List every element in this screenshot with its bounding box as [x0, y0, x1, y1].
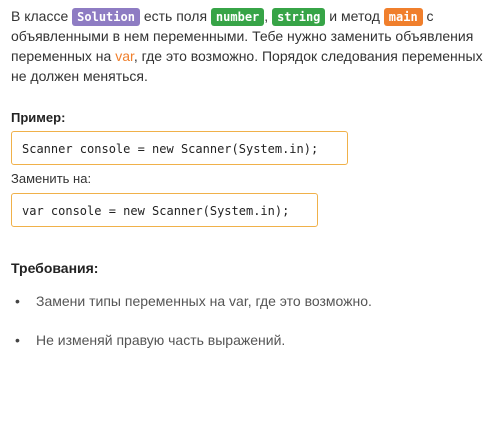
example-heading: Пример:: [11, 110, 66, 125]
description-comma: ,: [264, 8, 273, 24]
description-text-2: есть поля: [139, 8, 211, 24]
task-description: В классе Solution есть поля number, stri…: [11, 6, 493, 86]
bullet-icon: •: [15, 293, 20, 309]
description-text-1: В классе: [11, 8, 73, 24]
field-name-tag: string: [272, 8, 326, 26]
requirement-item: • Замени типы переменных на var, где это…: [11, 290, 372, 329]
class-name-tag: Solution: [72, 8, 140, 26]
requirement-item: • Не изменяй правую часть выражений.: [11, 329, 372, 368]
field-name-tag: number: [210, 8, 265, 26]
bullet-icon: •: [15, 332, 20, 348]
requirement-text: Замени типы переменных на var, где это в…: [36, 293, 372, 309]
var-keyword: var: [115, 48, 134, 64]
requirements-list: • Замени типы переменных на var, где это…: [11, 290, 372, 368]
method-name-tag: main: [383, 8, 423, 26]
code-example-after: var console = new Scanner(System.in);: [11, 193, 318, 227]
replace-label: Заменить на:: [11, 171, 92, 186]
task-page: В классе Solution есть поля number, stri…: [0, 0, 503, 446]
requirement-text: Не изменяй правую часть выражений.: [36, 332, 286, 348]
description-text-3: и метод: [325, 8, 384, 24]
requirements-heading: Требования:: [11, 260, 99, 276]
code-example-before: Scanner console = new Scanner(System.in)…: [11, 131, 348, 165]
